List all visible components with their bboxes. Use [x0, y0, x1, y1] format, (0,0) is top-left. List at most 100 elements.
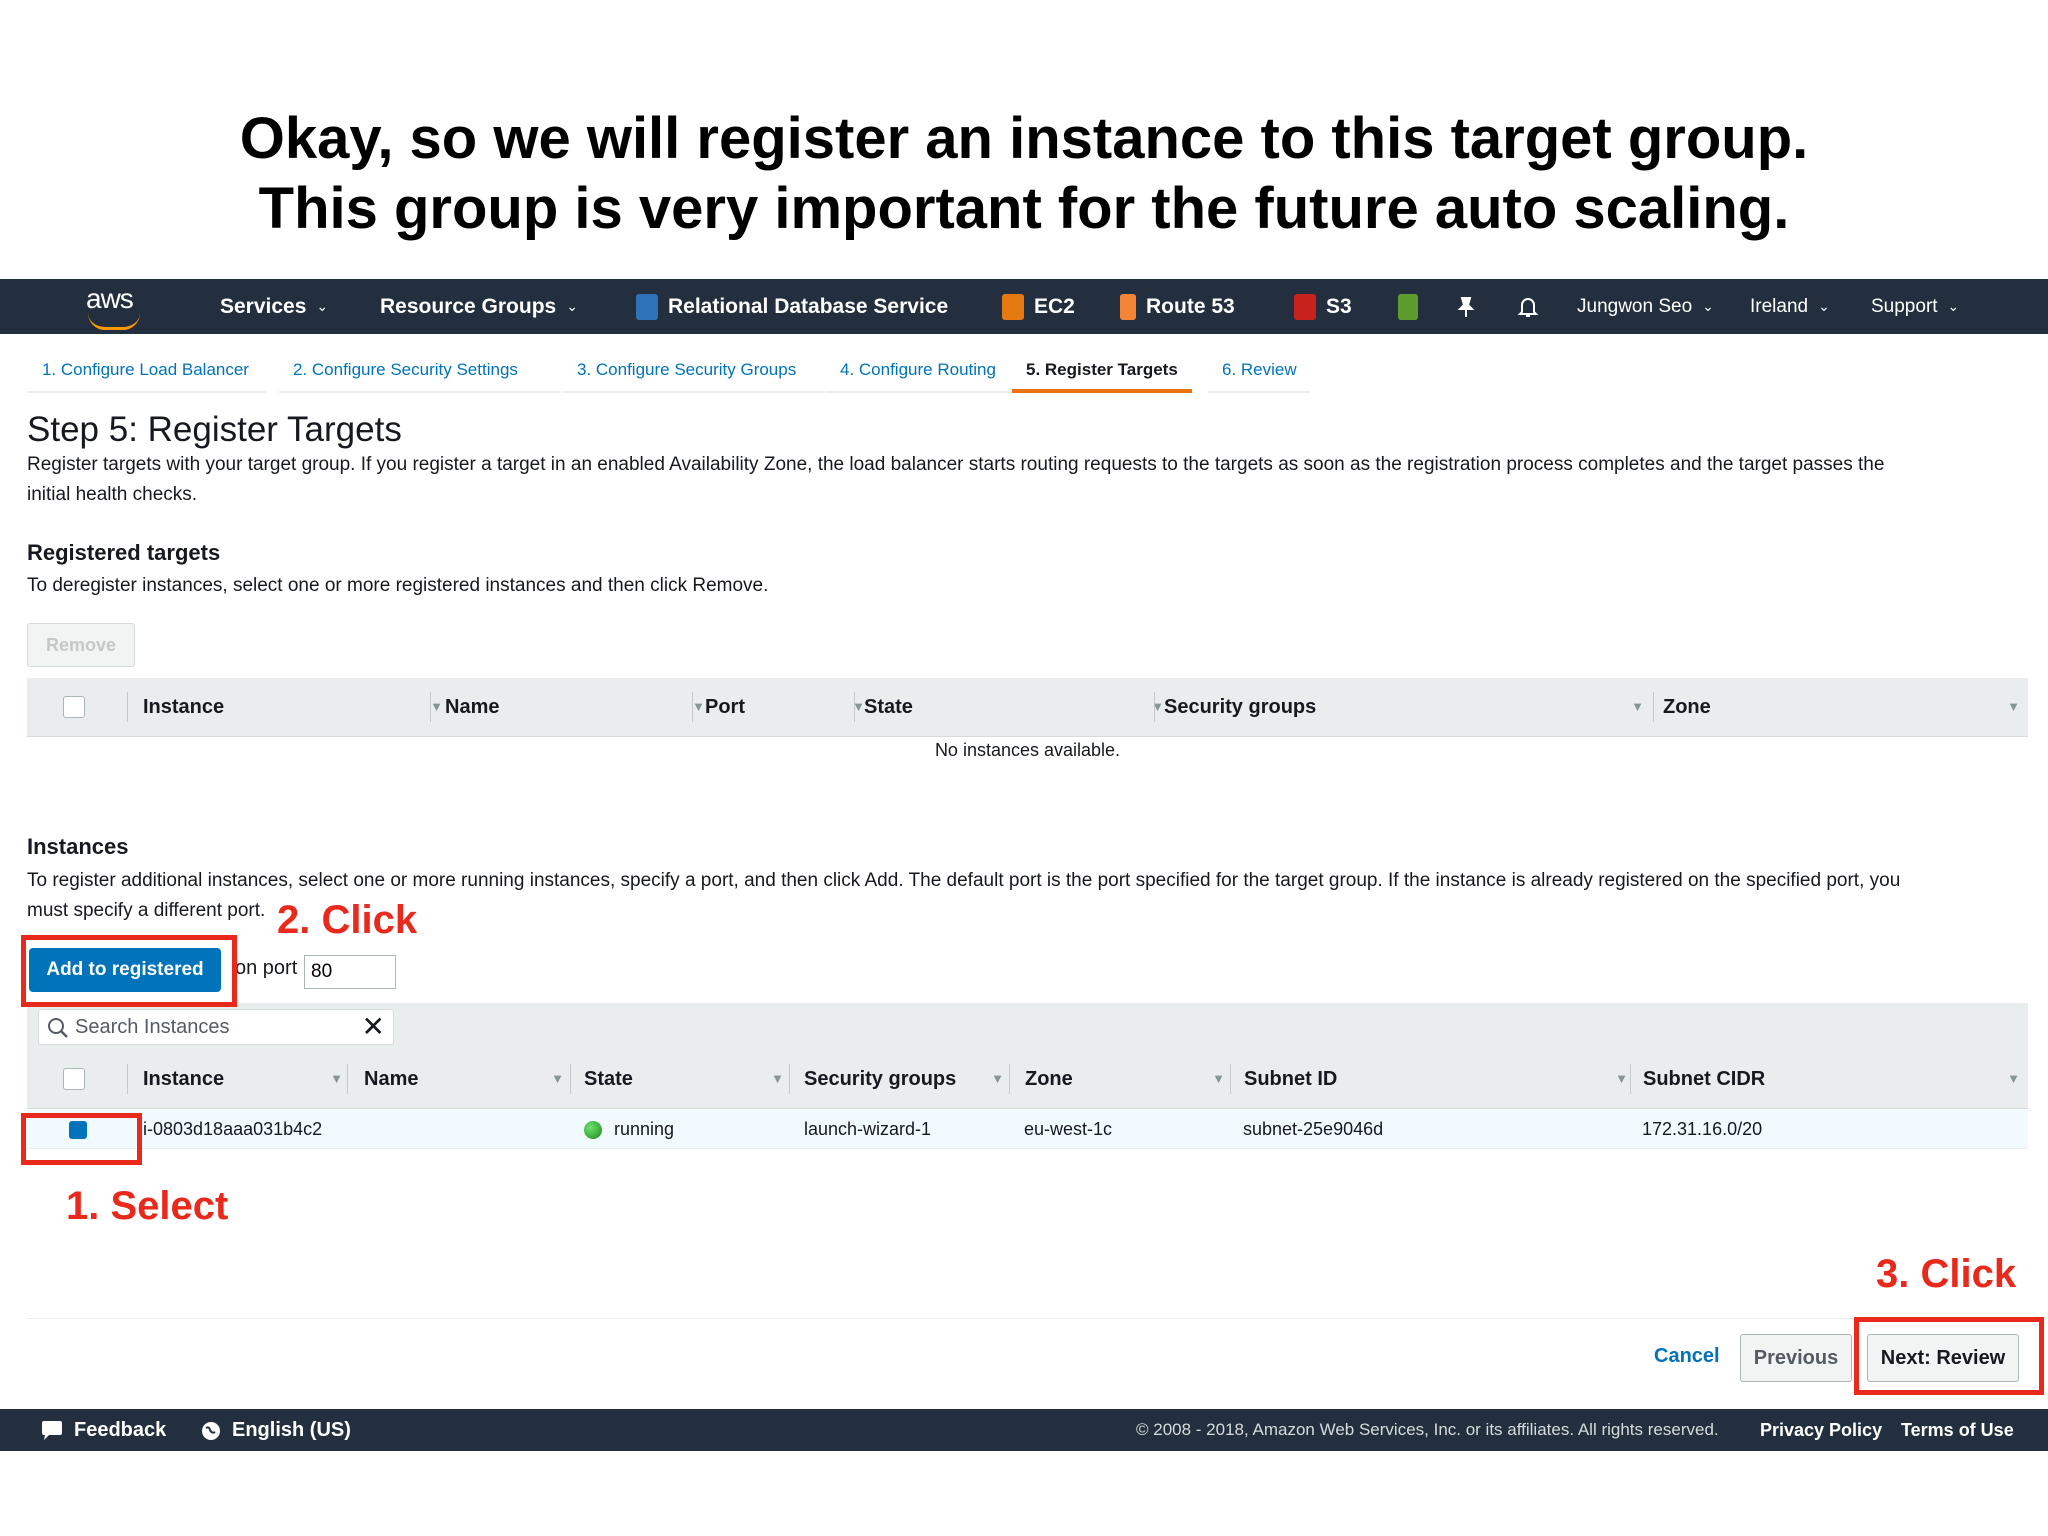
column-header-subnet-id[interactable]: Subnet ID ▼: [1244, 1050, 1628, 1108]
tab-configure-security-groups[interactable]: 3. Configure Security Groups: [563, 353, 825, 393]
route53-shortcut[interactable]: Route 53: [1120, 279, 1235, 334]
tab-configure-routing[interactable]: 4. Configure Routing: [826, 353, 1023, 393]
aws-logo[interactable]: aws: [84, 283, 148, 330]
sort-caret-icon: ▼: [692, 699, 705, 714]
column-header-state[interactable]: State ▼: [584, 1050, 784, 1108]
column-header-name[interactable]: Name ▼: [445, 678, 705, 736]
slide-caption: Okay, so we will register an instance to…: [0, 104, 2048, 244]
cell-zone: eu-west-1c: [1024, 1119, 1113, 1139]
select-all-checkbox[interactable]: [63, 696, 85, 718]
column-divider: [1154, 692, 1155, 722]
support-menu[interactable]: Support ⌄: [1871, 279, 1959, 334]
registered-targets-table-header: Instance ▼ Name ▼ Port ▼ State ▼ Security gr…: [27, 678, 2028, 737]
ec2-icon: [1002, 293, 1024, 320]
annotation-box-add: [21, 935, 237, 1007]
empty-table-message: No instances available.: [934, 740, 1121, 760]
sort-caret-icon: ▼: [2007, 699, 2020, 714]
column-divider: [127, 692, 128, 722]
column-header-security-groups[interactable]: Security groups ▼: [804, 1050, 1004, 1108]
column-divider: [789, 1064, 790, 1094]
port-input[interactable]: [304, 955, 396, 989]
cell-state: running: [584, 1110, 674, 1148]
column-divider: [430, 692, 431, 722]
search-placeholder: Search Instances: [75, 1016, 230, 1038]
cell-subnet-cidr: 172.31.16.0/20: [1642, 1119, 1763, 1139]
tab-register-targets[interactable]: 5. Register Targets: [1012, 353, 1192, 393]
page-description: Register targets with your target group.…: [27, 454, 1885, 505]
tab-review[interactable]: 6. Review: [1208, 353, 1310, 393]
top-navigation-bar: aws Services ⌄ Resource Groups ⌄ Relatio…: [0, 279, 2048, 334]
services-menu[interactable]: Services ⌄: [220, 279, 328, 334]
copyright-text: © 2008 - 2018, Amazon Web Services, Inc.…: [1136, 1420, 1719, 1439]
sort-caret-icon: ▼: [771, 1071, 784, 1086]
column-header-security-groups[interactable]: Security groups ▼: [1164, 678, 1644, 736]
instances-table-header: Instance ▼ Name ▼ State ▼ Security groups ▼ …: [27, 1050, 2028, 1109]
cell-security-groups: launch-wizard-1: [804, 1119, 932, 1139]
column-divider: [1230, 1064, 1231, 1094]
instances-heading: Instances: [27, 834, 129, 859]
tab-configure-load-balancer[interactable]: 1. Configure Load Balancer: [28, 353, 266, 393]
cell-subnet-id: subnet-25e9046d: [1243, 1119, 1384, 1139]
column-divider: [127, 1064, 128, 1094]
annotation-box-next: [1854, 1317, 2044, 1395]
speech-bubble-icon: [42, 1420, 62, 1440]
table-row[interactable]: i-0803d18aaa031b4c2 running launch-wizar…: [27, 1110, 2028, 1149]
pin-button[interactable]: [1456, 279, 1476, 334]
chevron-down-icon: ⌄: [1947, 298, 1960, 314]
column-header-state[interactable]: State ▼: [864, 678, 1164, 736]
elastic-beanstalk-shortcut[interactable]: [1398, 279, 1418, 334]
column-header-port[interactable]: Port ▼: [705, 678, 865, 736]
remove-button[interactable]: Remove: [27, 623, 135, 667]
privacy-policy-link[interactable]: Privacy Policy: [1760, 1409, 1882, 1451]
rds-shortcut[interactable]: Relational Database Service: [636, 279, 948, 334]
beanstalk-icon: [1398, 293, 1418, 320]
terms-of-use-link[interactable]: Terms of Use: [1901, 1409, 2014, 1451]
globe-icon: [202, 1421, 220, 1440]
region-menu[interactable]: Ireland ⌄: [1750, 279, 1830, 334]
column-divider: [1630, 1064, 1631, 1094]
column-header-zone[interactable]: Zone ▼: [1025, 1050, 1225, 1108]
caption-line-2: This group is very important for the fut…: [258, 176, 1790, 241]
bell-icon: [1517, 297, 1539, 317]
annotation-box-select: [21, 1113, 142, 1165]
chevron-down-icon: ⌄: [316, 298, 329, 314]
registered-targets-heading: Registered targets: [27, 540, 221, 565]
search-instances-input[interactable]: Search Instances ✕: [38, 1009, 394, 1045]
clear-search-icon[interactable]: ✕: [362, 1010, 385, 1044]
column-divider: [692, 692, 693, 722]
user-menu[interactable]: Jungwon Seo ⌄: [1577, 279, 1714, 334]
column-divider: [1653, 692, 1654, 722]
feedback-link[interactable]: Feedback: [40, 1409, 166, 1451]
column-header-instance[interactable]: Instance ▼: [143, 1050, 343, 1108]
column-header-zone[interactable]: Zone ▼: [1663, 678, 2020, 736]
resource-groups-menu[interactable]: Resource Groups ⌄: [380, 279, 578, 334]
page-title: Step 5: Register Targets: [27, 410, 402, 449]
cancel-link[interactable]: Cancel: [1654, 1345, 1720, 1368]
column-header-name[interactable]: Name ▼: [364, 1050, 564, 1108]
sort-caret-icon: ▼: [991, 1071, 1004, 1086]
search-icon: [48, 1018, 68, 1038]
previous-button[interactable]: Previous: [1740, 1334, 1852, 1382]
registered-targets-help: To deregister instances, select one or m…: [27, 575, 769, 596]
route53-icon: [1120, 293, 1136, 320]
column-divider: [854, 692, 855, 722]
s3-shortcut[interactable]: S3: [1294, 279, 1352, 334]
annotation-select: 1. Select: [66, 1184, 229, 1228]
chevron-down-icon: ⌄: [566, 298, 578, 314]
annotation-click-next: 3. Click: [1876, 1252, 2017, 1296]
sort-caret-icon: ▼: [551, 1071, 564, 1086]
pin-icon: [1457, 296, 1475, 317]
column-divider: [570, 1064, 571, 1094]
sort-caret-icon: ▼: [2007, 1071, 2020, 1086]
column-divider: [347, 1064, 348, 1094]
column-header-subnet-cidr[interactable]: Subnet CIDR ▼: [1643, 1050, 2020, 1108]
language-selector[interactable]: English (US): [200, 1409, 351, 1451]
select-all-checkbox[interactable]: [63, 1068, 85, 1090]
notifications-button[interactable]: [1516, 279, 1540, 334]
sort-caret-icon: ▼: [330, 1071, 343, 1086]
column-header-instance[interactable]: Instance ▼: [143, 678, 443, 736]
tab-configure-security-settings[interactable]: 2. Configure Security Settings: [279, 353, 561, 393]
ec2-shortcut[interactable]: EC2: [1002, 279, 1075, 334]
cell-instance: i-0803d18aaa031b4c2: [143, 1119, 323, 1139]
s3-icon: [1294, 293, 1316, 320]
